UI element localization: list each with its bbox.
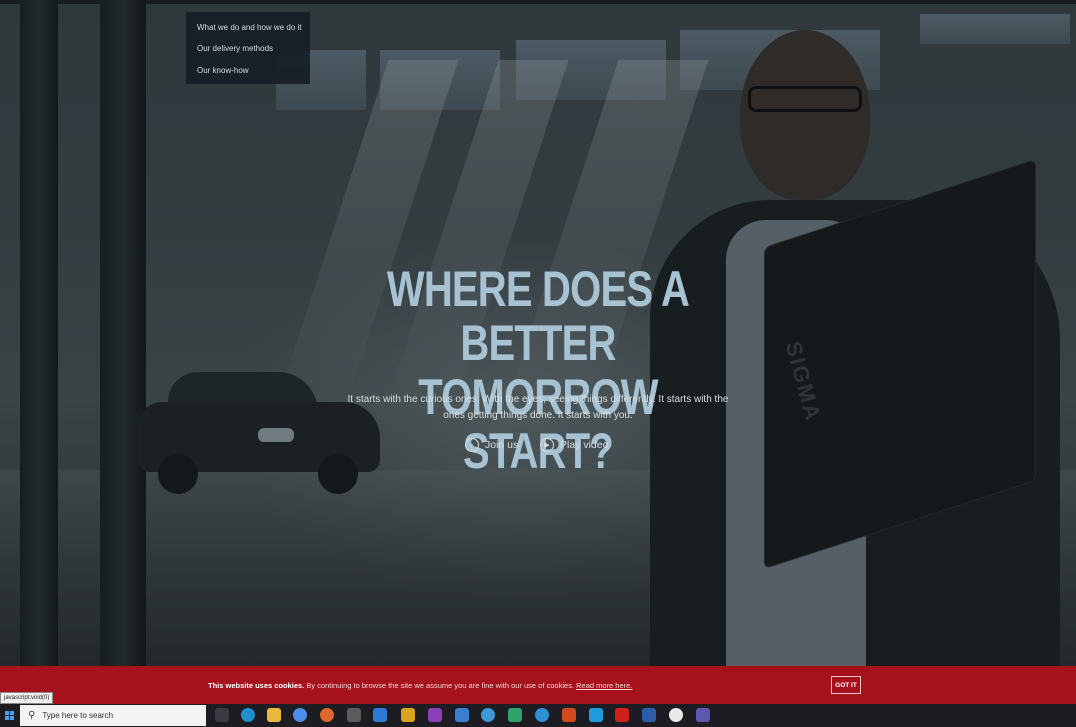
chevron-right-icon: › — [465, 438, 479, 452]
headline-line-2: TOMORROW START? — [418, 369, 658, 479]
office-icon[interactable] — [401, 708, 415, 722]
play-icon: ▶ — [540, 438, 554, 452]
menu-item-what-we-do[interactable]: What we do and how we do it — [197, 23, 302, 32]
cookie-message: This website uses cookies. By continuing… — [208, 681, 632, 690]
github-icon[interactable] — [669, 708, 683, 722]
search-icon: ⚲ — [28, 710, 36, 721]
snipping-icon[interactable] — [347, 708, 361, 722]
task-view-icon[interactable] — [215, 708, 229, 722]
edge-icon[interactable] — [241, 708, 255, 722]
hero-headline: WHERE DOES A BETTER TOMORROW START? — [348, 262, 729, 478]
taskbar-search-box[interactable]: ⚲ Type here to search — [20, 705, 206, 726]
skype-icon[interactable] — [589, 708, 603, 722]
windows-start-icon[interactable] — [0, 704, 18, 727]
vscode-icon[interactable] — [373, 708, 387, 722]
office-apps-icon[interactable] — [562, 708, 576, 722]
app-icon[interactable] — [535, 708, 549, 722]
file-explorer-icon[interactable] — [267, 708, 281, 722]
menu-item-delivery-methods[interactable]: Our delivery methods — [197, 44, 273, 53]
play-video-label: Play video — [560, 439, 609, 451]
headline-line-1: WHERE DOES A BETTER — [386, 261, 690, 371]
menu-item-know-how[interactable]: Our know-how — [197, 66, 249, 75]
play-video-link[interactable]: ▶ Play video — [540, 437, 608, 453]
search-placeholder: Type here to search — [42, 711, 114, 720]
dropdown-menu: What we do and how we do it Our delivery… — [186, 12, 310, 84]
join-us-link[interactable]: › Join us — [465, 437, 518, 453]
word-icon[interactable] — [642, 708, 656, 722]
acrobat-icon[interactable] — [615, 708, 629, 722]
chat-icon[interactable] — [293, 708, 307, 722]
cookie-bold-text: This website uses cookies. — [208, 681, 305, 690]
cookie-read-more-link[interactable]: Read more here. — [576, 681, 632, 690]
teams-icon[interactable] — [696, 708, 710, 722]
status-tooltip: javascript:void(0) — [0, 692, 54, 704]
subtext-line-1: It starts with the curious ones. With th… — [347, 394, 729, 405]
cookie-banner: This website uses cookies. By continuing… — [0, 666, 1076, 704]
terminal-icon[interactable] — [508, 708, 522, 722]
browser-icon[interactable] — [481, 708, 495, 722]
subtext-line-2: ones getting things done. It starts with… — [443, 410, 633, 421]
got-it-button[interactable]: GOT IT — [831, 676, 861, 694]
onenote-icon[interactable] — [428, 708, 442, 722]
firefox-icon[interactable] — [320, 708, 334, 722]
hero-subtext: It starts with the curious ones. With th… — [330, 392, 746, 424]
cookie-text: By continuing to browse the site we assu… — [304, 681, 577, 690]
onedrive-icon[interactable] — [455, 708, 469, 722]
join-us-label: Join us — [485, 439, 519, 451]
